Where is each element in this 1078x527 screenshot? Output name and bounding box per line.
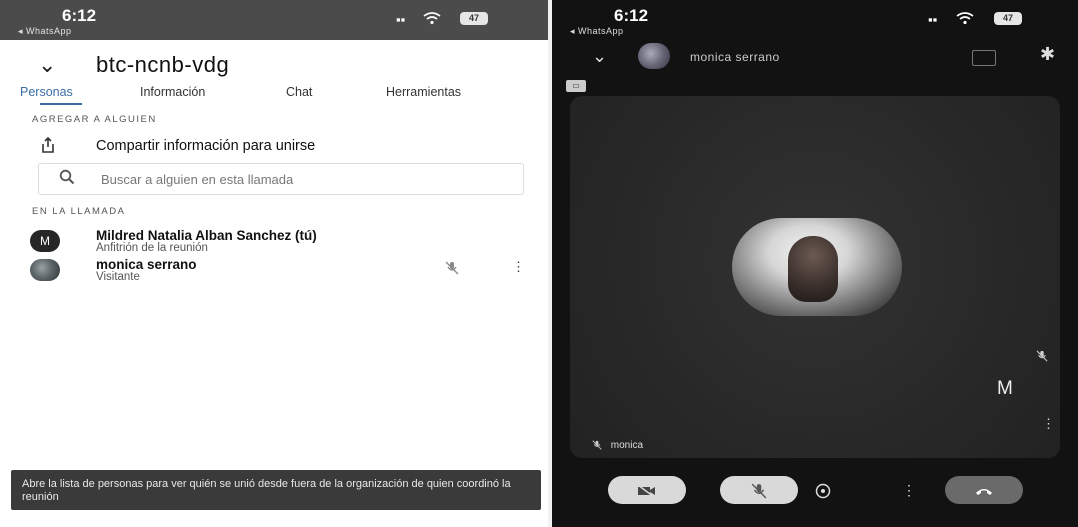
participants-screen: 6:12 ◂ WhatsApp ▪▪ 47 ⌄ btc-ncnb-vdg Per…	[0, 0, 548, 527]
bluetooth-icon[interactable]: ✱	[1040, 44, 1055, 65]
collapse-chevron-icon[interactable]: ⌄	[38, 52, 56, 78]
emoji-icon	[815, 484, 831, 499]
tile-name-label: monica	[592, 440, 643, 451]
tab-personas[interactable]: Personas	[20, 85, 73, 99]
participant-video-tile[interactable]: M ⋮ monica	[570, 96, 1060, 458]
call-controls: ⋮	[552, 470, 1078, 510]
tile-name: monica	[610, 440, 644, 451]
avatar: M	[30, 230, 60, 252]
tab-bar: Personas Información Chat Herramientas	[0, 85, 548, 109]
status-bar: 6:12 ◂ WhatsApp ▪▪ 47	[552, 0, 1078, 40]
self-view-initial: M	[997, 378, 1013, 399]
more-vert-icon: ⋮	[902, 482, 916, 498]
signal-icon: ▪▪	[396, 12, 406, 27]
mic-off-icon	[592, 440, 602, 450]
add-someone-heading: AGREGAR A ALGUIEN	[32, 114, 157, 125]
back-to-app-link[interactable]: ◂ WhatsApp	[18, 26, 72, 37]
battery-icon: 47	[460, 12, 488, 25]
more-vert-icon[interactable]: ⋮	[512, 259, 525, 275]
call-screen: 6:12 ◂ WhatsApp ▪▪ 47 ⌄ monica serrano ✱…	[552, 0, 1078, 527]
switch-camera-icon[interactable]	[972, 50, 996, 66]
share-icon	[40, 136, 56, 154]
mic-off-icon	[751, 483, 767, 499]
share-join-info-label: Compartir información para unirse	[96, 138, 316, 154]
signal-icon: ▪▪	[928, 12, 938, 27]
status-time: 6:12	[62, 6, 97, 25]
tab-chat[interactable]: Chat	[286, 85, 312, 99]
participant-name: Mildred Natalia Alban Sanchez (tú)	[96, 228, 317, 243]
search-placeholder: Buscar a alguien en esta llamada	[101, 172, 294, 187]
avatar	[638, 43, 670, 69]
active-tab-indicator	[40, 103, 82, 105]
tab-herramientas[interactable]: Herramientas	[386, 85, 461, 99]
camera-off-icon	[637, 484, 655, 498]
collapse-chevron-icon[interactable]: ⌄	[592, 46, 607, 67]
tab-informacion[interactable]: Información	[140, 85, 205, 99]
wifi-icon	[423, 12, 441, 28]
participant-role: Anfitrión de la reunión	[96, 242, 208, 254]
call-participant-name: monica serrano	[690, 50, 780, 64]
participant-row-guest[interactable]: monica serrano Visitante ⋮	[30, 257, 530, 291]
captions-icon[interactable]: ▭	[566, 80, 586, 92]
meeting-code-title: btc-ncnb-vdg	[96, 52, 230, 77]
in-call-heading: EN LA LLAMADA	[32, 206, 126, 217]
status-bar: 6:12 ◂ WhatsApp ▪▪ 47	[0, 0, 548, 40]
avatar	[30, 259, 60, 281]
toast-message: Abre la lista de personas para ver quién…	[22, 478, 511, 503]
hang-up-icon	[976, 489, 992, 496]
participant-photo-silhouette	[788, 236, 838, 302]
search-participants-input[interactable]: Buscar a alguien en esta llamada	[38, 163, 524, 195]
reactions-button[interactable]	[784, 476, 862, 504]
back-to-app-link[interactable]: ◂ WhatsApp	[570, 26, 624, 37]
participant-role: Visitante	[96, 271, 140, 283]
participant-name: monica serrano	[96, 257, 197, 272]
participant-photo	[732, 218, 902, 316]
more-vert-icon[interactable]: ⋮	[1042, 416, 1055, 432]
hang-up-button[interactable]	[945, 476, 1023, 504]
search-icon	[59, 169, 75, 185]
share-join-info-button[interactable]: Compartir información para unirse	[36, 136, 516, 160]
status-time: 6:12	[614, 6, 649, 25]
more-options-button[interactable]: ⋮	[870, 476, 948, 504]
info-toast: Abre la lista de personas para ver quién…	[11, 470, 541, 510]
wifi-icon	[956, 12, 974, 28]
camera-off-button[interactable]	[608, 476, 686, 504]
mic-off-icon	[1036, 350, 1048, 365]
mic-off-icon	[445, 261, 459, 278]
battery-icon: 47	[994, 12, 1022, 25]
